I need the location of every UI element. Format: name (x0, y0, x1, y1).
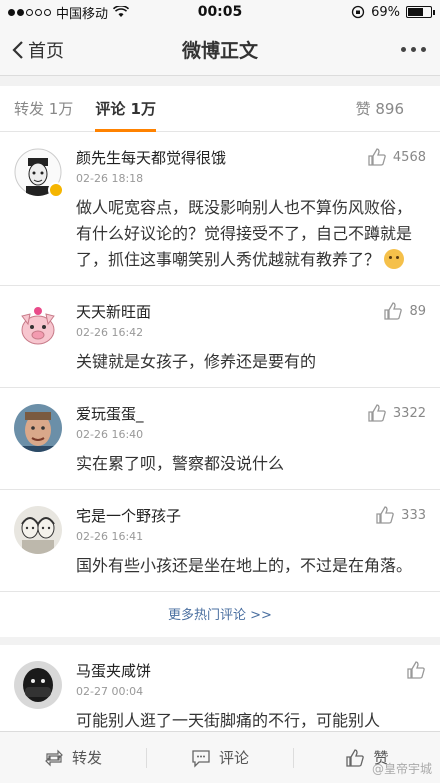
comment-text: 做人呢宽容点，既没影响别人也不算伤风败俗，有什么好议论的？觉得接受不了，自己不蹲… (76, 198, 413, 269)
comment-text: 国外有些小孩还是坐在地上的，不过是在角落。 (76, 556, 413, 575)
more-options-button[interactable] (401, 47, 426, 52)
bottom-toolbar: 转发 评论 赞 @皇帝宇城 (0, 731, 440, 783)
more-hot-comments-link[interactable]: 更多热门评论 >> (0, 592, 440, 645)
avatar[interactable] (14, 302, 62, 350)
like-button[interactable] (406, 660, 426, 680)
comment-text: 实在累了呗，警察都没说什么 (76, 454, 285, 473)
orientation-lock-icon (351, 5, 365, 19)
verified-badge-icon (48, 182, 64, 198)
comment-list: 颜先生每天都觉得很饿 4568 02-26 18:18 做人呢宽容点，既没影响别… (0, 132, 440, 747)
thumbs-up-icon (368, 404, 386, 422)
comment-time: 02-26 18:18 (76, 172, 144, 185)
comment-author[interactable]: 爱玩蛋蛋_ (76, 403, 144, 424)
thumbs-up-icon (407, 661, 425, 679)
like-count: 89 (409, 303, 426, 319)
tab-reposts[interactable]: 转发 1万 (14, 86, 73, 132)
comment-item[interactable]: 爱玩蛋蛋_ 3322 02-26 16:40 实在累了呗，警察都没说什么 (0, 388, 440, 490)
tab-comments[interactable]: 评论 1万 (95, 86, 156, 132)
repost-button[interactable]: 转发 (0, 732, 146, 783)
comment-item[interactable]: 颜先生每天都觉得很饿 4568 02-26 18:18 做人呢宽容点，既没影响别… (0, 132, 440, 286)
nav-bar: 首页 微博正文 (0, 24, 440, 76)
comment-author[interactable]: 马蛋夹咸饼 (76, 660, 151, 681)
thumbs-up-icon (384, 302, 403, 320)
comment-button[interactable]: 评论 (147, 732, 293, 783)
like-button[interactable]: 3322 (367, 403, 426, 423)
watermark: @皇帝宇城 (371, 762, 432, 776)
page-title: 微博正文 (181, 40, 258, 62)
status-bar: 中国移动 00:05 69% (0, 0, 440, 24)
like-count: 333 (401, 507, 426, 523)
comment-time: 02-27 00:04 (76, 685, 144, 698)
comment-author[interactable]: 宅是一个野孩子 (76, 505, 181, 526)
like-count: 4568 (392, 149, 426, 165)
avatar[interactable] (14, 661, 62, 709)
comment-author[interactable]: 天天新旺面 (76, 301, 151, 322)
battery-percent: 69% (371, 4, 400, 20)
thumbs-up-icon (346, 748, 365, 767)
battery-icon (406, 6, 435, 18)
thumbs-up-icon (376, 506, 394, 524)
comment-time: 02-26 16:40 (76, 428, 144, 441)
back-label: 首页 (28, 40, 64, 62)
clock: 00:05 (197, 4, 243, 20)
like-count: 3322 (392, 405, 426, 421)
comment-time: 02-26 16:42 (76, 326, 144, 339)
comment-item[interactable]: 天天新旺面 89 02-26 16:42 关键就是女孩子，修养还是要有的 (0, 286, 440, 388)
comment-label: 评论 (218, 749, 249, 767)
tab-likes[interactable]: 赞 896 (356, 86, 404, 132)
wifi-icon (113, 6, 130, 17)
chevron-left-icon (12, 40, 23, 59)
carrier-label: 中国移动 (56, 6, 109, 22)
like-button[interactable]: 89 (383, 301, 426, 321)
doge-emoji-icon (384, 249, 405, 269)
comment-text: 关键就是女孩子，修养还是要有的 (76, 352, 317, 371)
avatar[interactable] (14, 404, 62, 452)
repost-icon (45, 749, 63, 766)
comment-author[interactable]: 颜先生每天都觉得很饿 (76, 147, 226, 168)
comment-tabs: 转发 1万 评论 1万 赞 896 (0, 86, 440, 132)
repost-label: 转发 (71, 749, 102, 767)
comment-icon (192, 749, 210, 768)
thumbs-up-icon (368, 148, 386, 166)
comment-item[interactable]: 宅是一个野孩子 333 02-26 16:41 国外有些小孩还是坐在地上的，不过… (0, 490, 440, 592)
avatar[interactable] (14, 506, 62, 554)
comment-time: 02-26 16:41 (76, 530, 144, 543)
signal-strength-icon (8, 8, 51, 16)
like-button[interactable]: 4568 (367, 147, 426, 167)
like-button[interactable]: 333 (375, 505, 426, 525)
back-button[interactable]: 首页 (12, 37, 64, 63)
